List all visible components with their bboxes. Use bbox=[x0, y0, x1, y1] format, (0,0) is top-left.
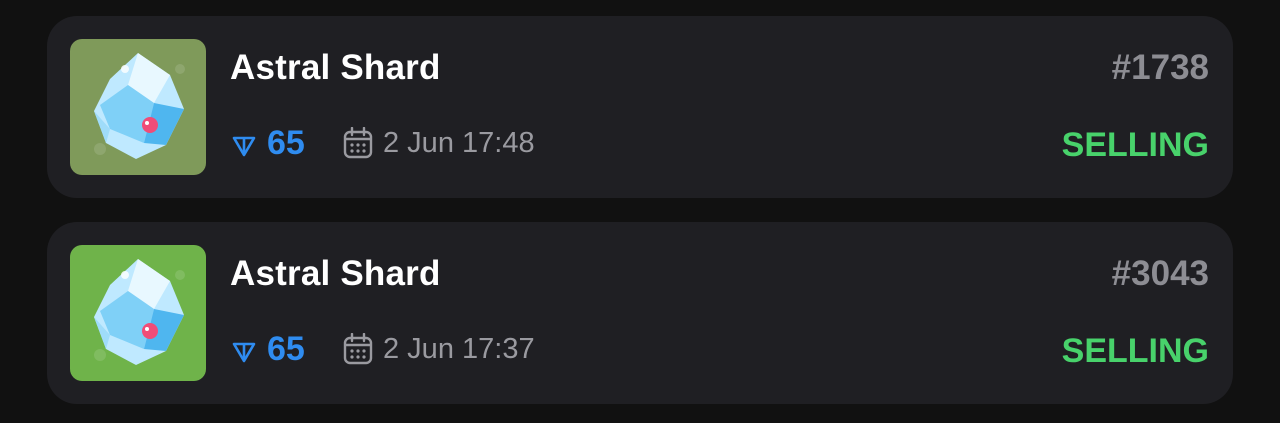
nft-listing-date: 2 Jun 17:37 bbox=[383, 333, 535, 365]
nft-title: Astral Shard bbox=[230, 254, 441, 293]
ton-diamond-icon bbox=[232, 342, 256, 363]
nft-price: 65 bbox=[267, 330, 305, 368]
nft-listing-card[interactable]: Astral Shard #1738 65 2 Jun 17:48 SELLIN… bbox=[47, 16, 1233, 198]
nft-price: 65 bbox=[267, 124, 305, 162]
calendar-icon bbox=[343, 127, 373, 159]
nft-number: #1738 bbox=[1111, 48, 1209, 87]
nft-status-badge: SELLING bbox=[1061, 126, 1209, 164]
nft-listing-date: 2 Jun 17:48 bbox=[383, 127, 535, 159]
crystal-shard-icon bbox=[70, 39, 206, 175]
ton-diamond-icon bbox=[232, 136, 256, 157]
nft-thumbnail bbox=[70, 245, 206, 381]
nft-thumbnail bbox=[70, 39, 206, 175]
nft-listing-list: Astral Shard #1738 65 2 Jun 17:48 SELLIN… bbox=[0, 0, 1280, 423]
nft-number: #3043 bbox=[1111, 254, 1209, 293]
crystal-shard-icon bbox=[70, 245, 206, 381]
calendar-icon bbox=[343, 333, 373, 365]
nft-title: Astral Shard bbox=[230, 48, 441, 87]
nft-listing-card[interactable]: Astral Shard #3043 65 2 Jun 17:37 SELLIN… bbox=[47, 222, 1233, 404]
nft-status-badge: SELLING bbox=[1061, 332, 1209, 370]
